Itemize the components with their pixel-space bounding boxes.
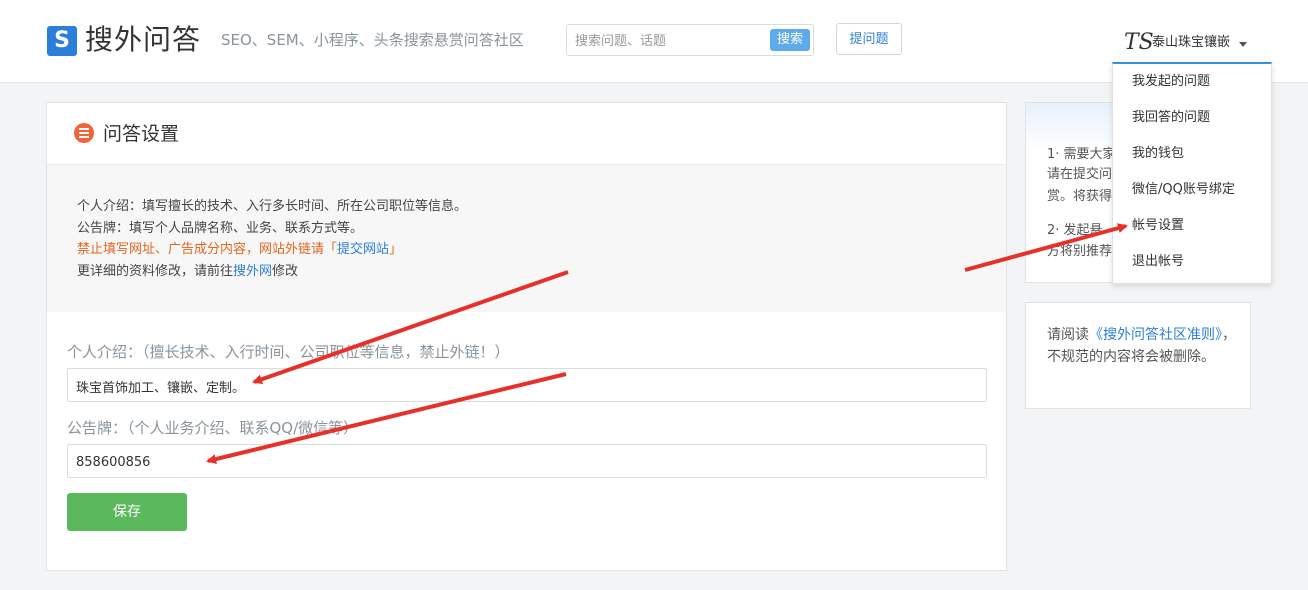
logo-text[interactable]: 搜外问答 (85, 22, 201, 58)
tip-warning-text: 禁止填写网址、广告成分内容，网站外链请「 (77, 242, 338, 257)
menu-item-account-settings[interactable]: 帐号设置 (1132, 217, 1184, 235)
menu-item-my-questions[interactable]: 我发起的问题 (1132, 73, 1210, 91)
souwai-link[interactable]: 搜外网 (233, 264, 272, 279)
user-avatar[interactable]: TS (1124, 31, 1154, 57)
rules-text: 请阅读《搜外问答社区准则》，不规范的内容将会被删除。 (1047, 324, 1237, 368)
ask-question-button[interactable]: 提问题 (836, 23, 902, 55)
search-input[interactable] (573, 30, 767, 52)
intro-field[interactable] (67, 368, 987, 402)
tip-more-profile: 更详细的资料修改，请前往搜外网修改 (77, 263, 298, 281)
rules-prefix: 请阅读 (1047, 327, 1089, 343)
tip-warning-end: 」 (389, 242, 403, 257)
tip-more-end: 修改 (272, 264, 299, 279)
menu-item-my-answers[interactable]: 我回答的问题 (1132, 109, 1210, 127)
site-slogan: SEO、SEM、小程序、头条搜索悬赏问答社区 (221, 31, 524, 49)
notice-label: 公告牌：（个人业务介绍、联系QQ/微信等） (67, 419, 359, 437)
community-rules-link[interactable]: 《搜外问答社区准则》 (1089, 327, 1222, 343)
save-button[interactable]: 保存 (67, 493, 187, 531)
tip-notice: 公告牌：填写个人品牌名称、业务、联系方式等。 (77, 221, 364, 236)
intro-input[interactable] (74, 376, 978, 396)
menu-item-logout[interactable]: 退出帐号 (1132, 253, 1184, 271)
intro-label: 个人介绍：（擅长技术、入行时间、公司职位等信息，禁止外链！） (67, 343, 510, 361)
caret-down-icon[interactable] (1239, 42, 1247, 47)
menu-item-wallet[interactable]: 我的钱包 (1132, 145, 1184, 163)
search-button[interactable]: 搜索 (770, 29, 810, 51)
logo-icon[interactable]: S (47, 26, 77, 56)
menu-item-account-binding[interactable]: 微信/QQ账号绑定 (1132, 181, 1235, 199)
user-name-menu[interactable]: 泰山珠宝镶嵌 (1152, 35, 1230, 51)
tip-intro: 个人介绍：填写擅长的技术、入行多长时间、所在公司职位等信息。 (77, 199, 468, 214)
notice-input[interactable] (74, 452, 978, 472)
tip-warning: 禁止填写网址、广告成分内容，网站外链请「提交网站」 (77, 241, 402, 259)
tips-box: 个人介绍：填写擅长的技术、入行多长时间、所在公司职位等信息。 公告牌：填写个人品… (47, 165, 1006, 312)
rules-box: 请阅读《搜外问答社区准则》，不规范的内容将会被删除。 (1025, 302, 1251, 409)
user-dropdown-menu: 我发起的问题 我回答的问题 我的钱包 微信/QQ账号绑定 帐号设置 退出帐号 (1112, 62, 1272, 284)
submit-site-link[interactable]: 提交网站 (337, 242, 389, 257)
search-box: 搜索 (566, 24, 814, 56)
notice-field[interactable] (67, 444, 987, 478)
list-icon (74, 123, 94, 143)
qa-settings-panel: 问答设置 个人介绍：填写擅长的技术、入行多长时间、所在公司职位等信息。 公告牌：… (46, 102, 1007, 571)
tip-more-text: 更详细的资料修改，请前往 (77, 264, 234, 279)
panel-header: 问答设置 (47, 103, 1006, 165)
page-title: 问答设置 (103, 123, 180, 145)
